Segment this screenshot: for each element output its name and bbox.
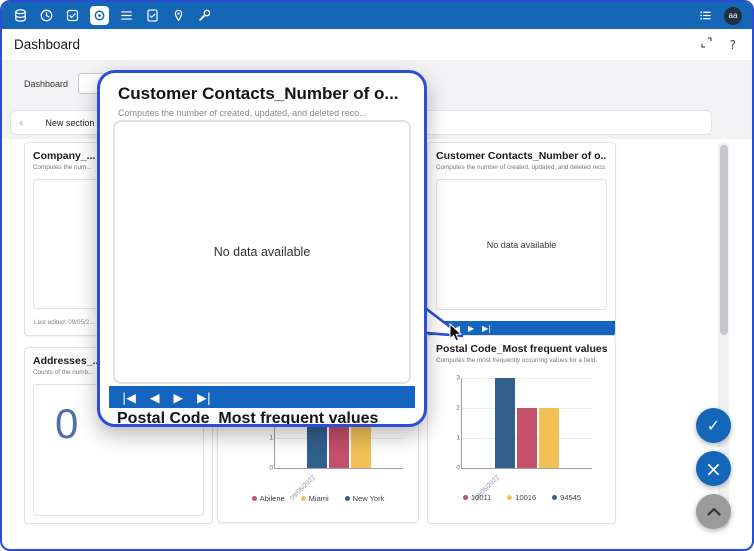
popup-widget-body: No data available <box>113 120 411 384</box>
card-subtitle: Computes the most frequently occurring v… <box>436 357 607 364</box>
no-data-text: No data available <box>214 245 311 259</box>
y-tick-label: 0 <box>447 465 460 472</box>
legend-item: 10011 <box>463 493 491 502</box>
y-tick-label: 1 <box>260 435 273 442</box>
pin-icon[interactable] <box>170 7 187 24</box>
popup-card-subtitle: Computes the number of created, updated,… <box>118 108 406 118</box>
prev-page-button[interactable]: ◀ <box>150 390 160 405</box>
page-title: Dashboard <box>14 37 80 52</box>
dashboard-icon[interactable] <box>90 6 109 25</box>
popup-next-card-title: Postal Code_Most frequent values <box>117 410 378 427</box>
legend-item: 10016 <box>507 493 536 502</box>
avatar[interactable]: aa <box>724 7 742 25</box>
tab-scroll-left-icon[interactable]: ‹ <box>19 116 23 129</box>
next-page-button[interactable]: ▶ <box>173 390 183 405</box>
legend-item: Miami <box>301 494 329 503</box>
y-tick-label: 3 <box>447 375 460 382</box>
legend-label: 10016 <box>515 493 536 502</box>
card-postal-code-chart-right[interactable]: Postal Code_Most frequent values Compute… <box>427 335 616 524</box>
last-page-button[interactable]: ▶| <box>482 324 491 333</box>
confirm-button[interactable]: ✓ <box>696 408 731 443</box>
legend-dot <box>301 496 306 501</box>
legend-dot <box>252 496 257 501</box>
scrollbar-thumb[interactable] <box>720 145 728 335</box>
legend-label: 94545 <box>560 493 581 502</box>
legend-dot <box>552 495 557 500</box>
legend-label: New York <box>353 494 385 503</box>
legend-label: 10011 <box>471 493 491 502</box>
database-icon[interactable] <box>12 7 29 24</box>
bar-94545 <box>495 378 515 468</box>
tasks-icon[interactable] <box>64 7 81 24</box>
chart-legend: Abilene Miami New York <box>248 494 388 503</box>
legend-item: New York <box>345 494 385 503</box>
legend-dot <box>345 496 350 501</box>
zoom-preview-popup: Customer Contacts_Number of o... Compute… <box>97 70 427 427</box>
wrench-icon[interactable] <box>196 7 213 24</box>
legend-label: Abilene <box>260 494 285 503</box>
popup-card-title: Customer Contacts_Number of o... <box>118 84 406 104</box>
widget-body: No data available <box>436 179 607 310</box>
chart-legend: 10011 10016 94545 <box>452 493 592 502</box>
page-header: Dashboard ? <box>2 29 752 60</box>
topbar-icon-strip <box>12 2 213 29</box>
cancel-button[interactable]: × <box>696 451 731 486</box>
y-tick-label: 0 <box>260 465 273 472</box>
no-data-text: No data available <box>487 240 557 250</box>
y-tick-label: 2 <box>447 405 460 412</box>
popup-pagination-bar[interactable]: |◀ ◀ ▶ ▶| <box>109 386 415 408</box>
list-icon[interactable] <box>118 7 135 24</box>
y-tick-label: 1 <box>447 435 460 442</box>
first-page-button[interactable]: |◀ <box>122 390 136 405</box>
bar-10016 <box>539 408 559 468</box>
last-edited-text: Last edited: 09/05/2... <box>34 319 95 326</box>
top-navigation-bar: aa <box>2 2 752 29</box>
bar-group <box>462 378 592 468</box>
card-title: Postal Code_Most frequent values <box>436 343 607 355</box>
legend-dot <box>463 495 468 500</box>
card-subtitle: Computes the number of created, updated,… <box>436 164 607 171</box>
card-title: Customer Contacts_Number of o... <box>436 150 607 162</box>
legend-label: Miami <box>309 494 329 503</box>
topbar-right: aa <box>697 2 742 29</box>
mouse-cursor <box>449 323 463 343</box>
expand-icon[interactable] <box>700 36 713 54</box>
next-page-button[interactable]: ▶ <box>468 324 474 333</box>
dashboard-filter-label: Dashboard <box>24 79 68 89</box>
bar-10011 <box>517 408 537 468</box>
app-window: aa Dashboard ? Dashboard ‹ New section C… <box>0 0 754 551</box>
legend-dot <box>507 495 512 500</box>
report-icon[interactable] <box>144 7 161 24</box>
tab-new-section[interactable]: New section <box>45 118 94 128</box>
last-page-button[interactable]: ▶| <box>197 390 211 405</box>
help-icon[interactable]: ? <box>730 38 736 52</box>
clock-icon[interactable] <box>38 7 55 24</box>
scroll-to-top-button[interactable] <box>696 494 731 529</box>
chart-plot: 0123 <box>461 378 592 469</box>
queue-icon[interactable] <box>697 7 714 24</box>
legend-item: 94545 <box>552 493 581 502</box>
legend-item: Abilene <box>252 494 285 503</box>
metric-value: 0 <box>55 400 78 448</box>
